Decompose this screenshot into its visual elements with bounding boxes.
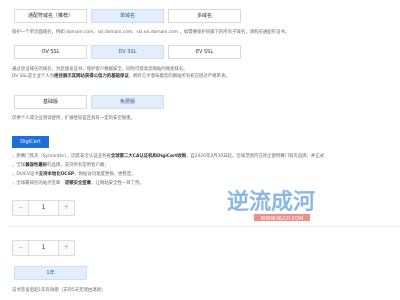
watermark-text: 逆流成河: [227, 189, 315, 215]
option-basic-edition[interactable]: 基础版: [14, 95, 87, 109]
validation-description-line-2: DV SSL是企业个人为绝佳展示其网站获得公信力的基础保证，拥有它才意味着您的网…: [12, 74, 230, 79]
option-ov-ssl[interactable]: OV SSL: [14, 45, 87, 59]
years-increment-button[interactable]: +: [58, 241, 74, 255]
validation-description-line-1: 通过验证域名的域名，为您颁发证书，保护客户数据安全，同时可提高您网站的搜索排名。: [12, 67, 188, 72]
domain-count-decrement-button[interactable]: −: [13, 201, 29, 215]
watermark-underline: [254, 214, 310, 221]
brand-description-line-1: ，原赛门铁克（Symantec），因其安全认证业务被全球第二大CA认证机构Dig…: [12, 154, 325, 159]
option-multi-domain[interactable]: 多域名: [168, 9, 241, 23]
years-decrement-button[interactable]: −: [13, 241, 29, 255]
years-stepper[interactable]: − 1 +: [12, 240, 75, 256]
section-divider: [8, 226, 400, 227]
option-ev-ssl[interactable]: EV SSL: [168, 45, 241, 59]
brand-description-line-4: ，全球最知名的站点签章 - 诺顿安全签章，让网站安全性一目了然。: [12, 181, 144, 186]
domain-type-description: 保护一个单页面域名，例如 domain.com、ssl.domain.com、s…: [12, 30, 290, 35]
domain-count-increment-button[interactable]: +: [58, 201, 74, 215]
brand-description-line-3: ，DV/EV证书支持本地化OCSP，网站访问速度更快、更稳定。: [12, 172, 136, 177]
option-single-domain[interactable]: 单域名: [91, 9, 164, 23]
domain-count-stepper[interactable]: − 1 +: [12, 200, 75, 216]
option-free-edition[interactable]: 免费版: [91, 95, 164, 109]
watermark-subtext: WWW.NLCH.COM: [261, 216, 304, 222]
brand-digicert-button[interactable]: DigiCert: [12, 136, 49, 148]
option-dv-ssl[interactable]: DV SSL: [91, 45, 164, 59]
brand-description-line-2: ，全球兼容性最好的品牌，支持所有常用客户端；: [12, 163, 109, 168]
watermark-logo-icon: 逆流成河 WWW.NLCH.COM: [227, 189, 315, 222]
option-wildcard-domain[interactable]: 通配符域名（推荐）: [14, 9, 87, 23]
edition-description: 仅供个人或企业测试使用，扩展性较差且具有一定的安全隐患。: [12, 116, 135, 121]
term-1-year-option[interactable]: 1年: [14, 266, 87, 280]
years-value[interactable]: 1: [29, 241, 58, 255]
domain-count-value[interactable]: 1: [29, 201, 58, 215]
term-note: 证书签发后起1年有效期（支持5天无理由退款）: [12, 288, 106, 293]
